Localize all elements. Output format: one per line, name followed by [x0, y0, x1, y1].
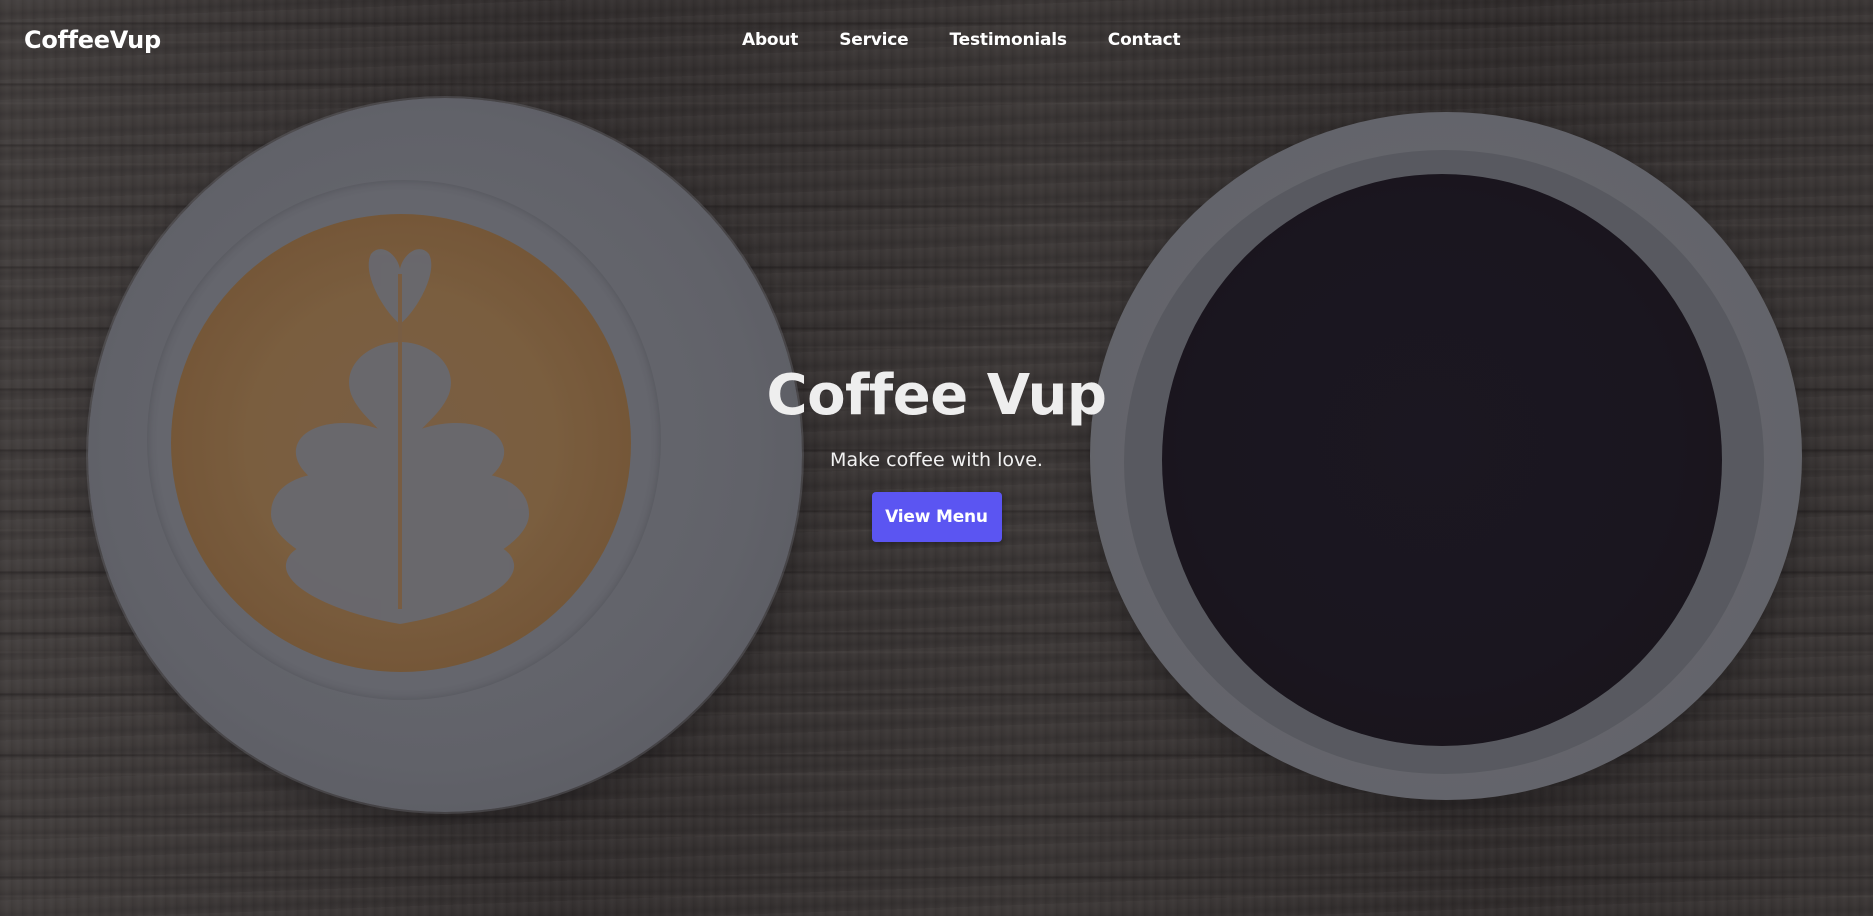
nav-item-about: About	[742, 30, 798, 50]
nav-link-testimonials[interactable]: Testimonials	[950, 30, 1067, 50]
hero-subtitle: Make coffee with love.	[830, 449, 1043, 471]
brand-logo[interactable]: CoffeeVup	[24, 26, 161, 54]
top-navigation: CoffeeVup About Service Testimonials Con…	[0, 0, 1873, 84]
nav-item-contact: Contact	[1108, 30, 1181, 50]
hero-title: Coffee Vup	[766, 363, 1107, 428]
nav-link-service[interactable]: Service	[839, 30, 908, 50]
view-menu-button[interactable]: View Menu	[871, 492, 1002, 542]
nav-item-service: Service	[839, 30, 908, 50]
hero-content: Coffee Vup Make coffee with love. View M…	[0, 360, 1873, 542]
hero-section: CoffeeVup About Service Testimonials Con…	[0, 0, 1873, 916]
nav-item-testimonials: Testimonials	[950, 30, 1067, 50]
nav-link-contact[interactable]: Contact	[1108, 30, 1181, 50]
nav-links: About Service Testimonials Contact	[742, 30, 1221, 50]
nav-link-about[interactable]: About	[742, 30, 798, 50]
